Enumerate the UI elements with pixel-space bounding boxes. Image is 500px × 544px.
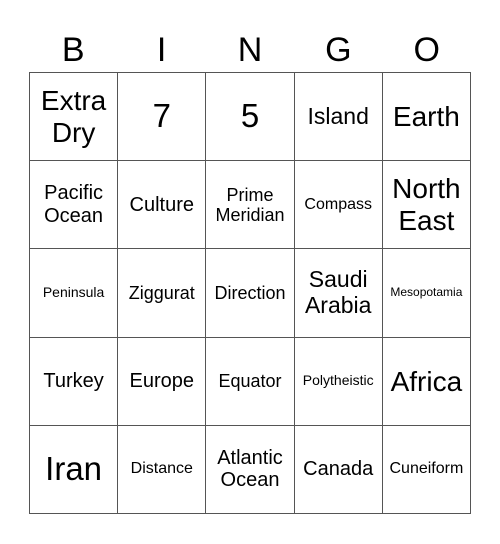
bingo-card-grid: Extra Dry 7 5 Island Earth Pacific Ocean… [29, 72, 471, 514]
bingo-cell[interactable]: Turkey [30, 337, 119, 426]
header-letter-i: I [156, 31, 167, 69]
bingo-cell[interactable]: 5 [206, 73, 295, 162]
bingo-cell[interactable]: Compass [294, 161, 383, 250]
header-letter-o: O [413, 31, 440, 69]
header-letter-n: N [237, 31, 263, 69]
bingo-cell[interactable]: Peninsula [30, 249, 119, 338]
bingo-cell[interactable]: Iran [30, 425, 119, 514]
bingo-cell[interactable]: Atlantic Ocean [206, 425, 295, 514]
bingo-cell[interactable]: Earth [382, 73, 471, 162]
bingo-cell[interactable]: Saudi Arabia [294, 249, 383, 338]
bingo-cell[interactable]: Mesopotamia [382, 249, 471, 338]
bingo-cell[interactable]: Ziggurat [118, 249, 207, 338]
bingo-cell[interactable]: Equator [206, 337, 295, 426]
bingo-cell[interactable]: Culture [118, 161, 207, 250]
bingo-cell[interactable]: Cuneiform [382, 425, 471, 514]
bingo-header: B I N G O [29, 28, 471, 72]
bingo-cell[interactable]: Island [294, 73, 383, 162]
bingo-cell[interactable]: Canada [294, 425, 383, 514]
bingo-cell[interactable]: Direction [206, 249, 295, 338]
header-letter-g: G [325, 31, 352, 69]
bingo-cell[interactable]: Pacific Ocean [30, 161, 119, 250]
bingo-cell[interactable]: Africa [382, 337, 471, 426]
bingo-cell[interactable]: Europe [118, 337, 207, 426]
bingo-cell[interactable]: Prime Meridian [206, 161, 295, 250]
bingo-cell[interactable]: North East [382, 161, 471, 250]
header-letter-b: B [61, 31, 85, 69]
bingo-cell[interactable]: Distance [118, 425, 207, 514]
bingo-cell[interactable]: Polytheistic [294, 337, 383, 426]
bingo-cell[interactable]: 7 [118, 73, 207, 162]
bingo-cell[interactable]: Extra Dry [30, 73, 119, 162]
